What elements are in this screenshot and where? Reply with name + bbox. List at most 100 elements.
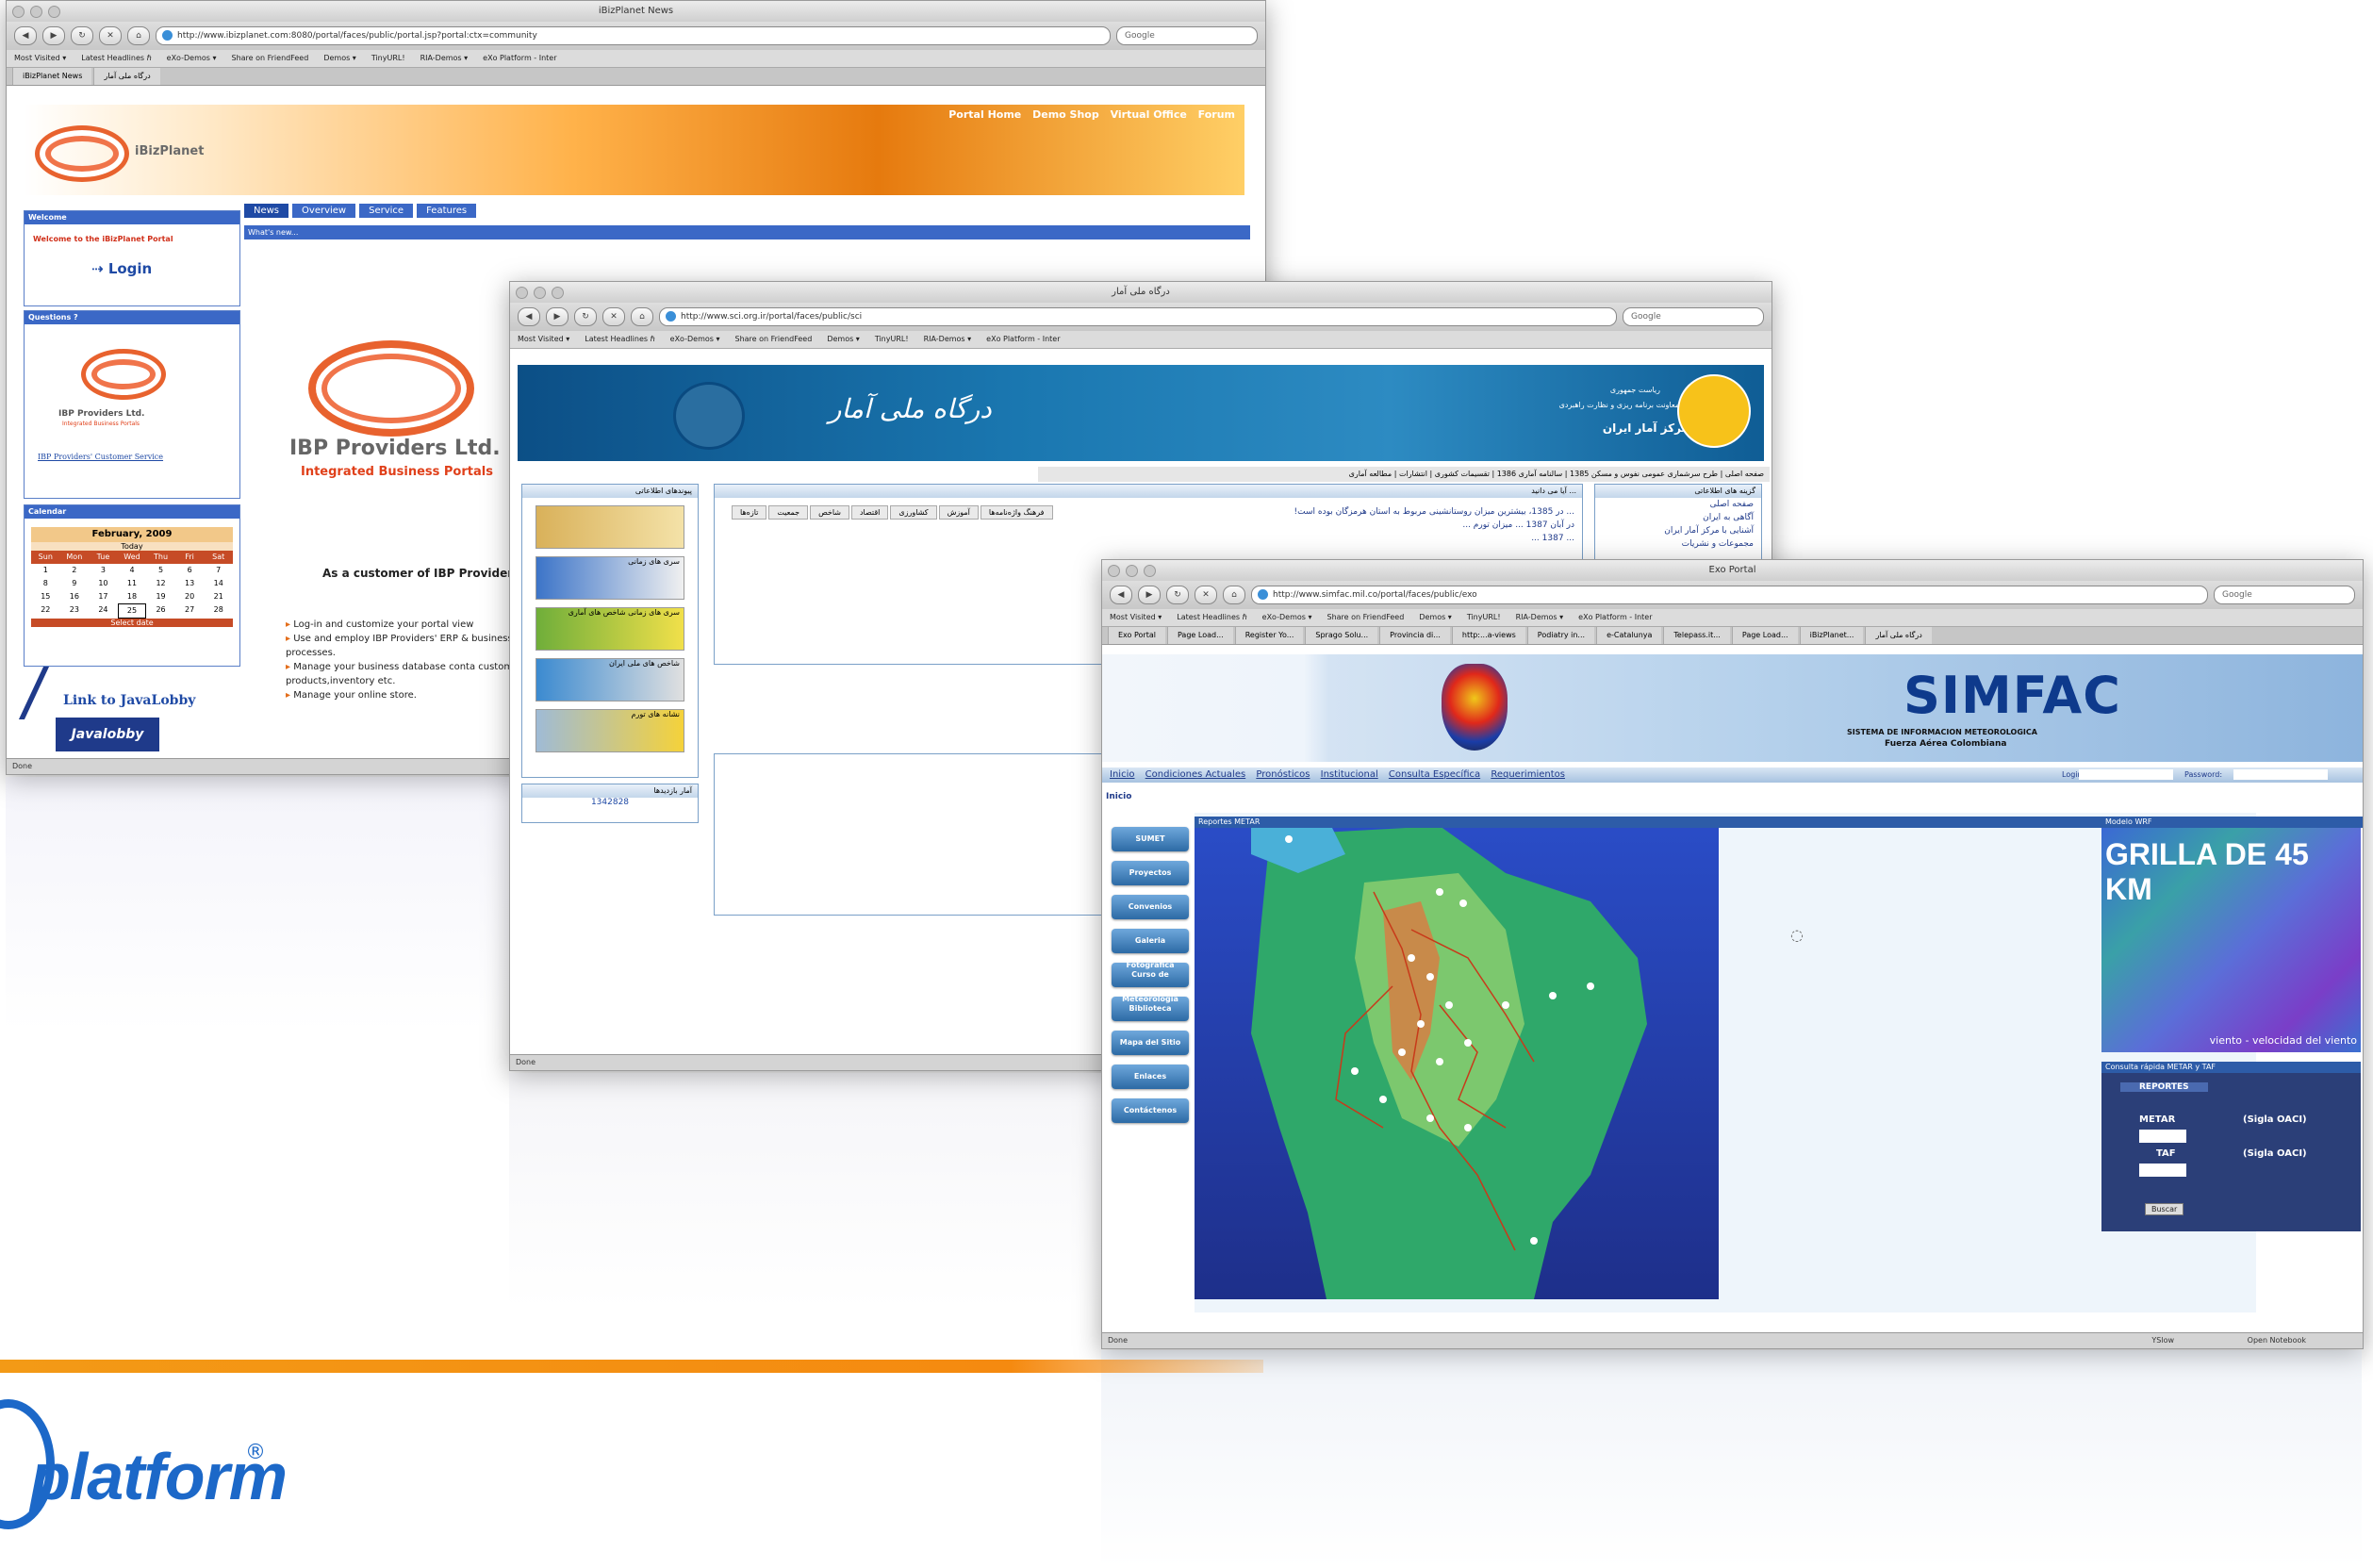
forward-button[interactable]: ▶ (42, 26, 65, 45)
address-bar[interactable]: http://www.sci.org.ir/portal/faces/publi… (659, 307, 1617, 326)
zoom-window-button[interactable] (1144, 565, 1156, 577)
tab-center[interactable]: شاخص (810, 505, 849, 520)
back-button[interactable]: ◀ (14, 26, 37, 45)
bookmark-item[interactable]: Most Visited ▾ (14, 50, 66, 67)
thumb-link[interactable]: نشانه های تورم (536, 709, 684, 752)
password-input[interactable] (2233, 769, 2328, 780)
buscar-button[interactable]: Buscar (2145, 1203, 2184, 1215)
address-bar[interactable]: http://www.ibizplanet.com:8080/portal/fa… (156, 26, 1111, 45)
tab-overview[interactable]: Overview (292, 204, 356, 218)
tab-center[interactable]: فرهنگ واژه‌نامه‌ها (980, 505, 1053, 520)
bookmark-item[interactable]: Latest Headlines ℏ (81, 50, 151, 67)
tab-center[interactable]: کشاورزی (890, 505, 937, 520)
tab-ibizplanet-news[interactable]: iBizPlanet News (12, 68, 92, 85)
home-button[interactable]: ⌂ (1223, 586, 1245, 604)
nav-proyectos-button[interactable]: Proyectos (1112, 861, 1189, 885)
browser-tab[interactable]: Exo Portal (1108, 627, 1165, 644)
bookmark-item[interactable]: TinyURL! (1467, 609, 1501, 626)
calendar-day[interactable]: 5 (146, 564, 175, 577)
calendar-day[interactable]: 2 (60, 564, 90, 577)
minimize-window-button[interactable] (534, 287, 546, 299)
close-window-button[interactable] (1108, 565, 1120, 577)
bookmark-item[interactable]: eXo-Demos ▾ (1262, 609, 1312, 626)
thumb-link[interactable] (536, 505, 684, 549)
stop-button[interactable]: ✕ (602, 307, 625, 326)
menu-demo-shop[interactable]: Demo Shop (1032, 108, 1099, 121)
search-box[interactable]: Google (1116, 26, 1258, 45)
calendar-day[interactable]: 14 (204, 577, 233, 590)
menu-forum[interactable]: Forum (1198, 108, 1235, 121)
bookmark-item[interactable]: Latest Headlines ℏ (1177, 609, 1246, 626)
browser-tab[interactable]: http:...a-views (1451, 627, 1525, 644)
javalobby-logo[interactable]: Javalobby (56, 718, 159, 751)
bookmark-item[interactable]: RIA-Demos ▾ (1516, 609, 1564, 626)
metar-map[interactable] (1195, 817, 1719, 1299)
menu-inicio[interactable]: Inicio (1110, 769, 1134, 780)
browser-tab[interactable]: Telepass.it... (1663, 627, 1730, 644)
zoom-window-button[interactable] (48, 6, 60, 18)
bookmark-item[interactable]: RIA-Demos ▾ (420, 50, 469, 67)
calendar-day[interactable]: 8 (31, 577, 60, 590)
tab-center[interactable]: تازه‌ها (732, 505, 767, 520)
stop-button[interactable]: ✕ (99, 26, 122, 45)
calendar-day[interactable]: 25 (117, 603, 147, 619)
minimize-window-button[interactable] (1126, 565, 1138, 577)
bookmark-item[interactable]: eXo Platform - Inter (483, 50, 556, 67)
metar-input[interactable] (2139, 1130, 2186, 1143)
nav-convenios-button[interactable]: Convenios (1112, 895, 1189, 919)
link-item[interactable]: آشنایی با مرکز آمار ایران (1595, 524, 1754, 537)
calendar-day[interactable]: 18 (118, 590, 147, 603)
minimize-window-button[interactable] (30, 6, 42, 18)
stop-button[interactable]: ✕ (1195, 586, 1217, 604)
calendar-day[interactable]: 13 (175, 577, 205, 590)
bookmark-item[interactable]: Demos ▾ (827, 331, 860, 348)
menu-virtual-office[interactable]: Virtual Office (1111, 108, 1187, 121)
menu-condiciones[interactable]: Condiciones Actuales (1145, 769, 1246, 780)
thumb-link[interactable]: شاخص های ملی ایران (536, 658, 684, 701)
tab-center[interactable]: آموزش (938, 505, 979, 520)
calendar-day[interactable]: 1 (31, 564, 60, 577)
taf-input[interactable] (2139, 1164, 2186, 1177)
calendar-day[interactable]: 16 (60, 590, 90, 603)
tab-features[interactable]: Features (417, 204, 477, 218)
tab-service[interactable]: Service (359, 204, 414, 218)
menu-portal-home[interactable]: Portal Home (948, 108, 1021, 121)
back-button[interactable]: ◀ (518, 307, 540, 326)
close-window-button[interactable] (516, 287, 528, 299)
calendar-day[interactable]: 19 (146, 590, 175, 603)
bookmark-item[interactable]: Demos ▾ (323, 50, 356, 67)
bookmark-item[interactable]: Share on FriendFeed (231, 50, 308, 67)
browser-tab[interactable]: iBizPlanet... (1799, 627, 1864, 644)
browser-tab[interactable]: Sprago Solu... (1305, 627, 1378, 644)
calendar-day[interactable]: 3 (89, 564, 118, 577)
link-item[interactable]: صفحه اصلی (1595, 498, 1754, 511)
calendar-day[interactable]: 9 (60, 577, 90, 590)
browser-tab[interactable]: Page Load... (1166, 627, 1233, 644)
calendar-day[interactable]: 15 (31, 590, 60, 603)
login-input[interactable] (2079, 769, 2173, 780)
calendar-day[interactable]: 22 (31, 603, 60, 619)
link-item[interactable]: آگاهی به ایران (1595, 511, 1754, 524)
browser-tab[interactable]: Provincia di... (1379, 627, 1450, 644)
calendar-day[interactable]: 6 (175, 564, 205, 577)
forward-button[interactable]: ▶ (1138, 586, 1161, 604)
yslow-button[interactable]: YSlow (2151, 1333, 2174, 1348)
javalobby-link[interactable]: Link to JavaLobby (63, 693, 195, 708)
nav-enlaces-button[interactable]: Enlaces (1112, 1065, 1189, 1089)
nav-sumet-button[interactable]: SUMET (1112, 827, 1189, 851)
bookmark-item[interactable]: Share on FriendFeed (1327, 609, 1404, 626)
calendar-day[interactable]: 7 (204, 564, 233, 577)
browser-tab[interactable]: Podiatry in... (1526, 627, 1595, 644)
menu-requerimientos[interactable]: Requerimientos (1491, 769, 1565, 780)
zoom-window-button[interactable] (552, 287, 564, 299)
menu-consulta[interactable]: Consulta Específica (1389, 769, 1480, 780)
news-item[interactable]: در آبان 1387 ... میزان تورم ... (1292, 519, 1574, 532)
bookmark-item[interactable]: Most Visited ▾ (1110, 609, 1162, 626)
tab-center[interactable]: جمعیت (768, 505, 809, 520)
news-item[interactable]: ... در 1385، بیشترین میزان روستانشینی مر… (1292, 505, 1575, 519)
login-link[interactable]: ⇢ Login (91, 260, 152, 277)
calendar-day[interactable]: 27 (175, 603, 205, 619)
home-button[interactable]: ⌂ (631, 307, 653, 326)
calendar-today[interactable]: Today (31, 542, 233, 551)
wrf-panel[interactable]: Modelo WRF GRILLA DE 45 KM viento - velo… (2101, 817, 2363, 1052)
